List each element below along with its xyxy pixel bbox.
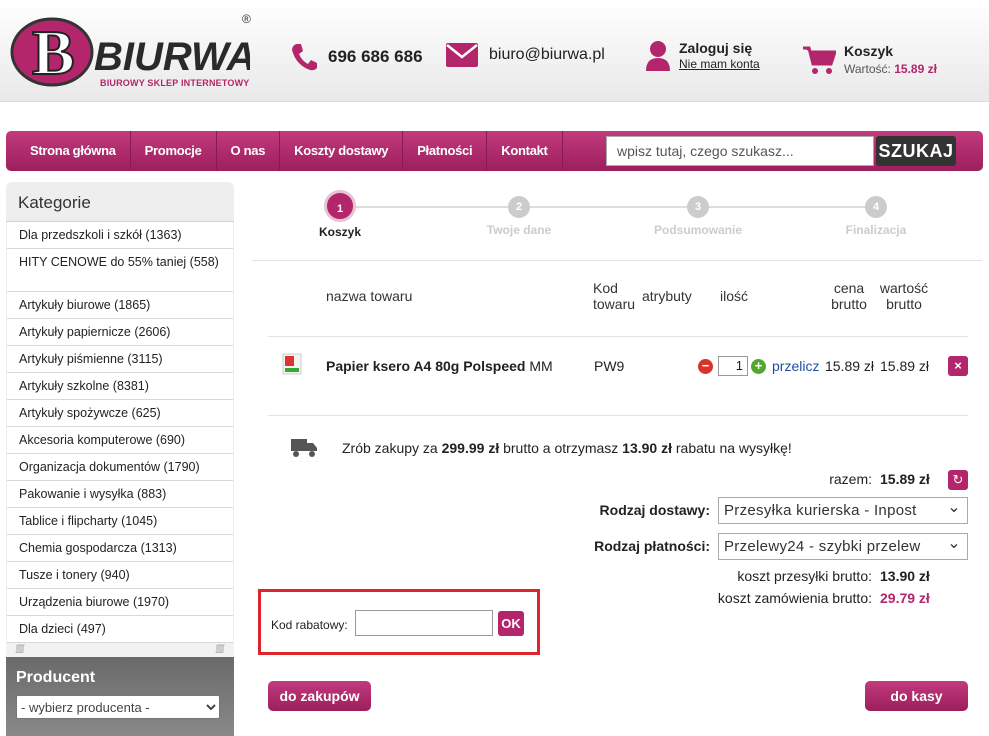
login-link[interactable]: Zaloguj się	[679, 40, 760, 56]
order-cost-value: 29.79 zł	[880, 590, 930, 606]
category-item[interactable]: Akcesoria komputerowe (690)	[7, 427, 233, 454]
coupon-box: Kod rabatowy: OK	[258, 589, 540, 655]
nav-promotions[interactable]: Promocje	[131, 131, 217, 171]
main-nav: Strona główna Promocje O nas Koszty dost…	[6, 131, 983, 171]
order-cost-label: koszt zamówienia brutto:	[717, 590, 872, 606]
nav-about[interactable]: O nas	[217, 131, 281, 171]
email-contact[interactable]: biuro@biurwa.pl	[445, 42, 605, 68]
divider	[252, 260, 982, 261]
header-code: Kod towaru	[593, 280, 636, 312]
step-summary: 3 Podsumowanie	[628, 190, 768, 237]
search-input[interactable]: wpisz tutaj, czego szukasz...	[606, 136, 874, 166]
category-item[interactable]: Pakowanie i wysyłka (883)	[7, 481, 233, 508]
nav-contact[interactable]: Kontakt	[487, 131, 563, 171]
coupon-ok-button[interactable]: OK	[498, 611, 524, 636]
divider	[268, 415, 968, 416]
logo-tagline: BIUROWY SKLEP INTERNETOWY	[100, 78, 250, 88]
checkout-button[interactable]: do kasy	[865, 681, 968, 711]
svg-text:BIURWA: BIURWA	[94, 35, 250, 79]
sidebar-decoration: ʃʃʃʃ ʃʃʃʃ	[6, 643, 234, 657]
category-item[interactable]: Chemia gospodarcza (1313)	[7, 535, 233, 562]
search-button[interactable]: SZUKAJ	[876, 136, 956, 166]
phone-contact[interactable]: 696 686 686	[290, 42, 423, 72]
cart-value: Wartość: 15.89 zł	[844, 62, 937, 76]
checkout-steps: 1 Koszyk 2 Twoje dane 3 Podsumowanie 4 F…	[270, 190, 970, 245]
category-item[interactable]: Artykuły piśmienne (3115)	[7, 346, 233, 373]
producer-select[interactable]: - wybierz producenta -	[16, 695, 220, 719]
step-finalization: 4 Finalizacja	[806, 190, 946, 237]
category-item[interactable]: Organizacja dokumentów (1790)	[7, 454, 233, 481]
unit-price: 15.89 zł	[825, 358, 875, 374]
category-item[interactable]: Artykuły spożywcze (625)	[7, 400, 233, 427]
steps-line	[340, 206, 876, 208]
categories-title: Kategorie	[6, 182, 234, 222]
category-item[interactable]: Dla dzieci (497)	[7, 616, 233, 643]
header: B BIURWA ® BIUROWY SKLEP INTERNETOWY 696…	[0, 0, 989, 102]
row-value: 15.89 zł	[880, 358, 930, 374]
nav-delivery-costs[interactable]: Koszty dostawy	[280, 131, 404, 171]
mail-icon	[446, 43, 478, 67]
header-name: nazwa towaru	[326, 288, 413, 304]
header-cart[interactable]: Koszyk Wartość: 15.89 zł	[802, 42, 937, 78]
header-attributes: atrybuty	[642, 288, 692, 304]
logo-mark: B BIURWA	[10, 16, 255, 89]
category-item[interactable]: Tablice i flipcharty (1045)	[7, 508, 233, 535]
back-to-shop-button[interactable]: do zakupów	[268, 681, 371, 711]
recalculate-link[interactable]: przelicz	[772, 358, 819, 374]
coupon-input[interactable]	[355, 610, 493, 636]
minus-icon[interactable]: −	[698, 359, 713, 374]
header-quantity: ilość	[720, 288, 749, 304]
refresh-icon[interactable]: ↻	[948, 470, 968, 490]
payment-select[interactable]: Przelewy24 - szybki przelew	[718, 531, 968, 560]
register-link[interactable]: Nie mam konta	[679, 56, 760, 72]
plus-icon[interactable]: +	[751, 359, 766, 374]
email-address: biuro@biurwa.pl	[489, 46, 605, 63]
delivery-select[interactable]: Przesyłka kurierska - Inpost	[718, 495, 968, 524]
producer-panel: Producent - wybierz producenta -	[6, 657, 234, 736]
quantity-input[interactable]: 1	[718, 356, 748, 376]
nav-payments[interactable]: Płatności	[403, 131, 488, 171]
category-item[interactable]: Artykuły biurowe (1865)	[7, 292, 233, 319]
logo[interactable]: B BIURWA ® BIUROWY SKLEP INTERNETOWY	[10, 8, 255, 98]
sidebar: Kategorie Dla przedszkoli i szkół (1363)…	[6, 182, 234, 736]
header-price: cena brutto	[831, 280, 867, 312]
header-value: wartość brutto	[879, 280, 929, 312]
phone-icon	[292, 44, 317, 71]
delivery-label: Rodzaj dostawy:	[599, 502, 710, 518]
product-code: PW9	[594, 358, 625, 374]
shipping-cost-value: 13.90 zł	[880, 568, 930, 584]
category-item[interactable]: Tusze i tonery (940)	[7, 562, 233, 589]
truck-icon	[291, 439, 317, 457]
category-item[interactable]: Urządzenia biurowe (1970)	[7, 589, 233, 616]
divider	[268, 336, 968, 337]
shipping-promo: Zrób zakupy za 299.99 zł brutto a otrzym…	[342, 440, 792, 456]
user-icon	[646, 41, 670, 71]
remove-item-button[interactable]: ×	[948, 356, 968, 376]
login-area[interactable]: Zaloguj się Nie mam konta	[645, 40, 760, 72]
category-item[interactable]: Artykuły papiernicze (2606)	[7, 319, 233, 346]
nav-home[interactable]: Strona główna	[6, 131, 131, 171]
category-item[interactable]: HITY CENOWE do 55% taniej (558)	[7, 249, 233, 292]
payment-label: Rodzaj płatności:	[594, 538, 710, 554]
svg-text:B: B	[32, 17, 75, 88]
total-label: razem:	[829, 471, 872, 487]
product-thumbnail[interactable]	[281, 352, 303, 376]
phone-number: 696 686 686	[328, 47, 423, 66]
step-your-data: 2 Twoje dane	[449, 190, 589, 237]
total-value: 15.89 zł	[880, 471, 930, 487]
coupon-label: Kod rabatowy:	[271, 618, 348, 632]
product-name[interactable]: Papier ksero A4 80g Polspeed MM	[326, 358, 553, 374]
registered-mark: ®	[242, 12, 251, 26]
producer-title: Producent	[16, 669, 96, 686]
category-item[interactable]: Artykuły szkolne (8381)	[7, 373, 233, 400]
cart-label: Koszyk	[844, 43, 894, 59]
step-cart: 1 Koszyk	[270, 190, 410, 239]
cart-icon	[803, 46, 836, 74]
shipping-cost-label: koszt przesyłki brutto:	[737, 568, 872, 584]
category-item[interactable]: Dla przedszkoli i szkół (1363)	[7, 222, 233, 249]
